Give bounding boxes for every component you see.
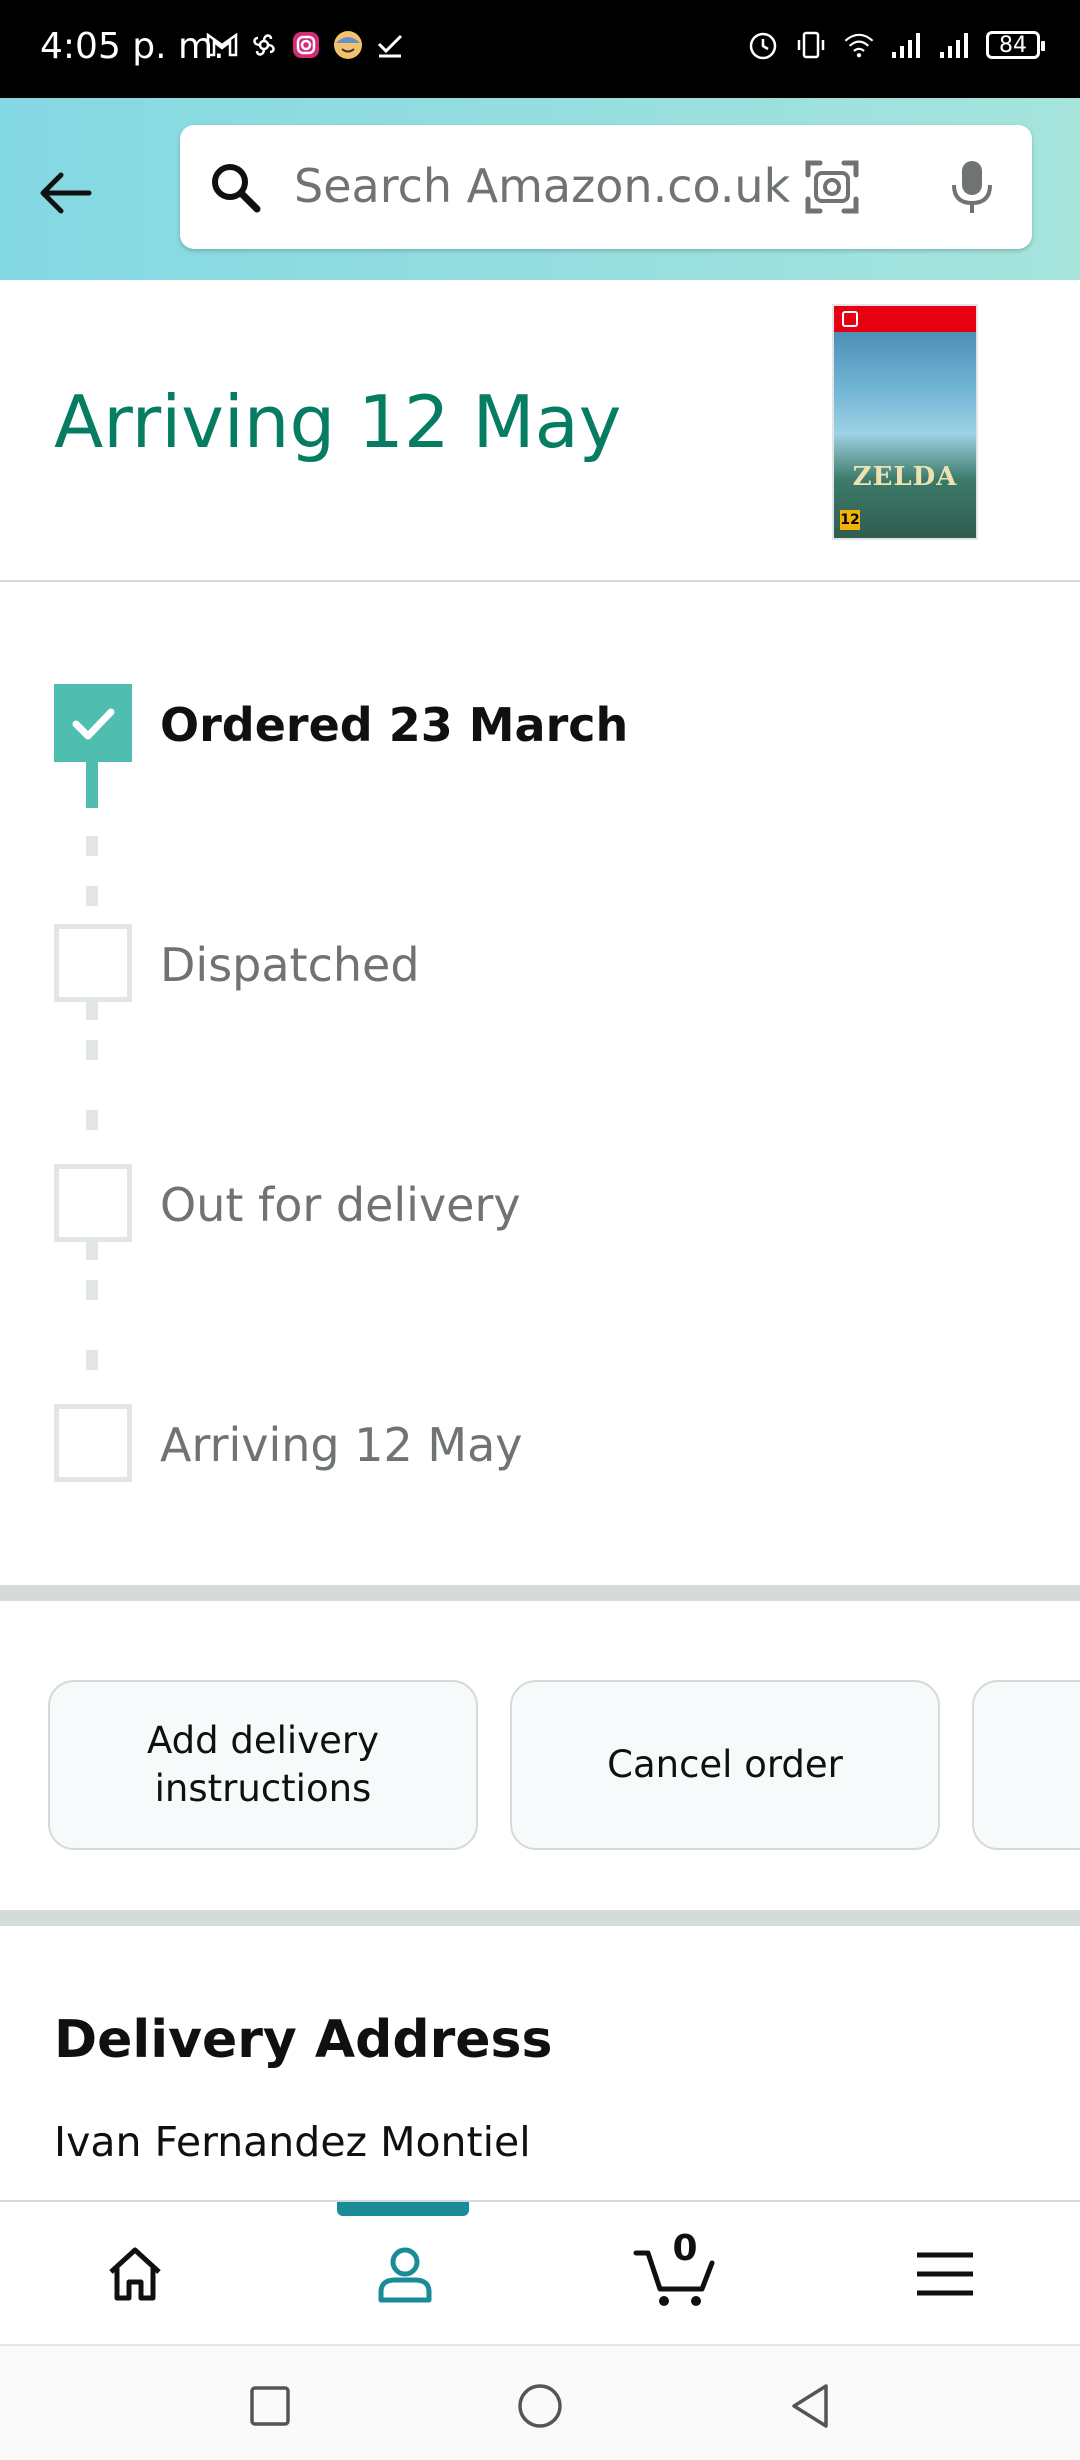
gmail-icon bbox=[205, 28, 239, 62]
square-icon bbox=[250, 2386, 290, 2426]
delivery-estimate-section: Arriving 12 May ZELDA 12 bbox=[0, 280, 1080, 582]
tracker-step-arriving: Arriving 12 May bbox=[54, 1404, 954, 1482]
wifi-icon bbox=[842, 28, 876, 62]
cart-count: 0 bbox=[672, 2228, 698, 2269]
circle-icon bbox=[518, 2384, 562, 2428]
add-delivery-instructions-button[interactable]: Add delivery instructions bbox=[48, 1680, 478, 1850]
search-header: Search Amazon.co.uk bbox=[0, 98, 1080, 280]
back-button[interactable] bbox=[30, 158, 100, 228]
vibrate-icon bbox=[794, 28, 828, 62]
recents-button[interactable] bbox=[240, 2376, 300, 2436]
section-divider bbox=[0, 1910, 1080, 1926]
tracker-connector-complete bbox=[86, 758, 98, 808]
status-time: 4:05 p. m. bbox=[40, 26, 225, 67]
tracker-connector bbox=[86, 1000, 98, 1160]
nav-cart[interactable]: 0 bbox=[540, 2202, 810, 2346]
tracker-connector bbox=[86, 1240, 98, 1400]
shipment-tracker: Ordered 23 March Dispatched Out for deli… bbox=[0, 580, 1080, 1585]
system-navigation-bar bbox=[0, 2344, 1080, 2460]
step-label: Arriving 12 May bbox=[160, 1418, 523, 1472]
menu-icon bbox=[917, 2252, 973, 2296]
product-title-art: ZELDA bbox=[852, 462, 958, 492]
nav-menu[interactable] bbox=[810, 2202, 1080, 2346]
back-system-button[interactable] bbox=[780, 2376, 840, 2436]
system-status-icons: 84 bbox=[746, 28, 1045, 62]
tracker-step-out-for-delivery: Out for delivery bbox=[54, 1164, 954, 1242]
delivery-address-title: Delivery Address bbox=[54, 2010, 553, 2070]
emoji-icon bbox=[331, 28, 365, 62]
nav-account[interactable] bbox=[270, 2202, 540, 2346]
step-label: Ordered 23 March bbox=[160, 698, 629, 752]
signal-icon bbox=[890, 28, 924, 62]
step-checkbox bbox=[54, 924, 132, 1002]
search-icon bbox=[212, 164, 261, 213]
status-bar: 4:05 p. m. 84 bbox=[0, 0, 1080, 98]
home-icon bbox=[109, 2247, 161, 2301]
battery-indicator: 84 bbox=[986, 31, 1045, 59]
search-bar[interactable]: Search Amazon.co.uk bbox=[180, 125, 1032, 249]
step-label: Out for delivery bbox=[160, 1178, 521, 1232]
arrow-left-icon bbox=[40, 172, 92, 214]
cancel-order-button[interactable]: Cancel order bbox=[510, 1680, 940, 1850]
age-rating-badge: 12 bbox=[840, 510, 860, 530]
tracker-step-ordered: Ordered 23 March bbox=[54, 684, 954, 762]
step-checkbox bbox=[54, 1404, 132, 1482]
bottom-navigation: 0 bbox=[0, 2200, 1080, 2344]
account-icon bbox=[378, 2247, 432, 2303]
nav-home[interactable] bbox=[0, 2202, 270, 2346]
triangle-back-icon bbox=[792, 2384, 828, 2428]
order-actions-carousel: Add delivery instructions Cancel order bbox=[0, 1600, 1080, 1910]
more-action-button[interactable] bbox=[972, 1680, 1080, 1850]
step-checkbox-checked bbox=[54, 684, 132, 762]
product-image[interactable]: ZELDA 12 bbox=[832, 304, 978, 540]
step-checkbox bbox=[54, 1164, 132, 1242]
alarm-icon bbox=[746, 28, 780, 62]
signal-icon bbox=[938, 28, 972, 62]
tracker-connector bbox=[86, 836, 98, 916]
step-label: Dispatched bbox=[160, 938, 420, 992]
check-icon bbox=[373, 28, 407, 62]
section-divider bbox=[0, 1585, 1080, 1601]
camera-scan-icon[interactable] bbox=[800, 155, 864, 219]
switch-logo-icon bbox=[842, 311, 858, 327]
arriving-title: Arriving 12 May bbox=[54, 380, 622, 464]
delivery-address-section: Delivery Address Ivan Fernandez Montiel bbox=[0, 1926, 1080, 2200]
recipient-name: Ivan Fernandez Montiel bbox=[54, 2118, 531, 2166]
home-system-button[interactable] bbox=[510, 2376, 570, 2436]
search-input[interactable]: Search Amazon.co.uk bbox=[294, 159, 790, 213]
tracker-step-dispatched: Dispatched bbox=[54, 924, 954, 1002]
instagram-icon bbox=[289, 28, 323, 62]
pinwheel-icon bbox=[247, 28, 281, 62]
microphone-icon[interactable] bbox=[940, 155, 1004, 219]
switch-banner bbox=[834, 306, 976, 332]
checkmark-icon bbox=[72, 708, 115, 740]
notification-icons bbox=[205, 28, 407, 62]
